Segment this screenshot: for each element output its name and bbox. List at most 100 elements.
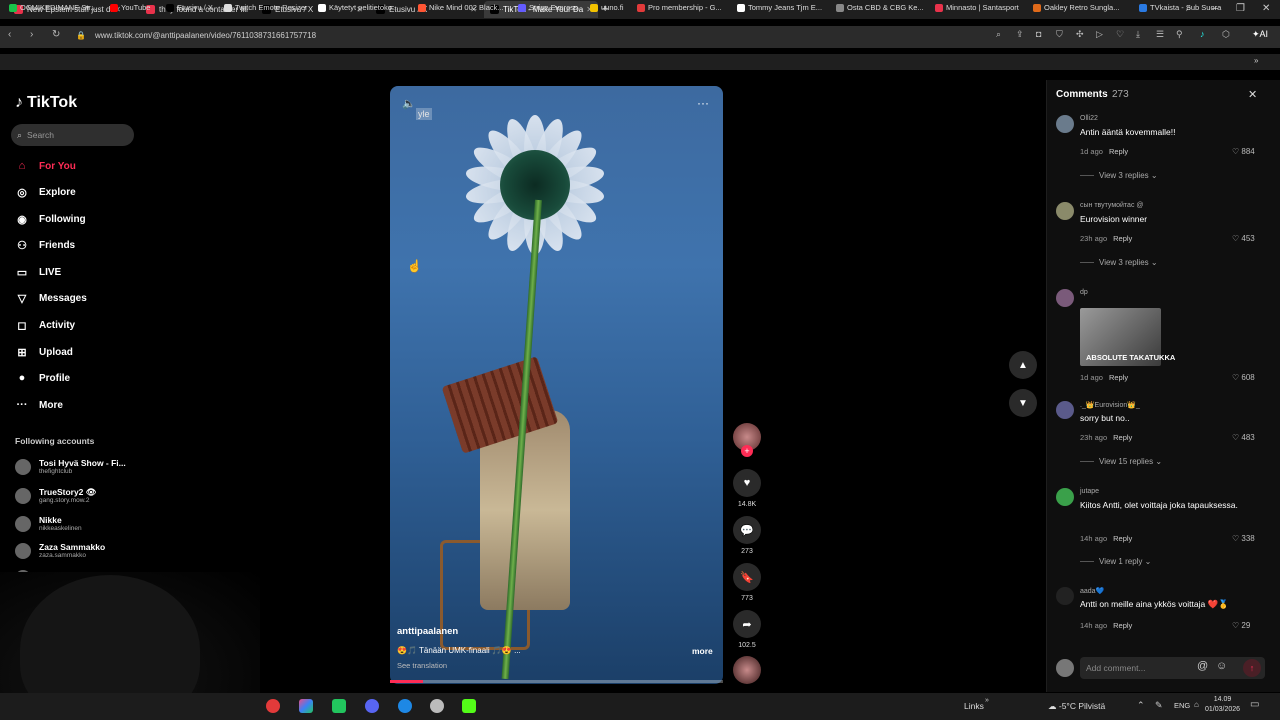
bookmark-item[interactable]: OGMIKEDIMANE Str... bbox=[9, 3, 97, 12]
bookmark-icon[interactable]: 🔖 bbox=[733, 563, 761, 591]
reply-button[interactable]: Reply bbox=[1113, 433, 1132, 442]
commenter-name[interactable]: сын твутумойтас @ bbox=[1080, 202, 1144, 209]
bookmark-item[interactable]: TVkaista - Sub Suora bbox=[1139, 3, 1221, 12]
mention-icon[interactable]: @ bbox=[1197, 660, 1208, 672]
extension-icon[interactable]: ✣ bbox=[1076, 29, 1084, 40]
discord-icon[interactable] bbox=[365, 699, 379, 713]
sidebar-item-friends[interactable]: ⚇ Friends bbox=[15, 235, 75, 255]
following-account[interactable]: Zaza Sammakko zaza.sammakko bbox=[15, 542, 105, 560]
music-disc-avatar[interactable] bbox=[733, 656, 761, 684]
commenter-name[interactable]: dp bbox=[1080, 289, 1088, 296]
previous-video-button[interactable]: ▲ bbox=[1009, 351, 1037, 379]
view-replies-button[interactable]: View 1 reply ⌄ bbox=[1080, 557, 1151, 566]
back-icon[interactable]: ‹ bbox=[8, 29, 11, 40]
video-progress-track[interactable] bbox=[390, 680, 723, 683]
comment-likes[interactable]: ♡ 338 bbox=[1232, 534, 1255, 543]
commenter-avatar[interactable] bbox=[1056, 587, 1074, 605]
sidebar-item-profile[interactable]: ● Profile bbox=[15, 368, 70, 388]
commenter-name[interactable]: aada💙 bbox=[1080, 587, 1104, 595]
sidebar-item-upload[interactable]: ⊞ Upload bbox=[15, 342, 73, 362]
tray-chevron-icon[interactable]: » bbox=[985, 697, 989, 704]
sidebar-item-explore[interactable]: ◎ Explore bbox=[15, 182, 76, 202]
view-replies-button[interactable]: View 3 replies ⌄ bbox=[1080, 171, 1158, 180]
heart-icon[interactable]: ♥ bbox=[733, 469, 761, 497]
pen-icon[interactable]: ✎ bbox=[1155, 700, 1163, 711]
save-action[interactable]: 🔖 773 bbox=[733, 563, 761, 602]
play-icon[interactable]: ▷ bbox=[1096, 29, 1103, 40]
edge-icon[interactable] bbox=[398, 699, 412, 713]
comment-likes[interactable]: ♡ 483 bbox=[1232, 433, 1255, 442]
volume-icon[interactable]: 🔈 bbox=[402, 97, 416, 110]
share-action[interactable]: ➦ 102.5 bbox=[733, 610, 761, 649]
bookmark-item[interactable]: Oakley Retro Sungla... bbox=[1033, 3, 1119, 12]
maximize-icon[interactable]: ❐ bbox=[1236, 3, 1245, 14]
bookmark-item[interactable]: Twitch Emote Resizer bbox=[224, 3, 308, 12]
commenter-name[interactable]: Olli22 bbox=[1080, 115, 1098, 122]
bookmark-item[interactable]: YouTube bbox=[110, 3, 150, 12]
share-icon[interactable]: ➦ bbox=[733, 610, 761, 638]
share-page-icon[interactable]: ⇪ bbox=[1016, 29, 1024, 40]
reply-button[interactable]: Reply bbox=[1113, 534, 1132, 543]
video-more-icon[interactable]: ··· bbox=[697, 96, 709, 110]
favorite-icon[interactable]: ♡ bbox=[1116, 29, 1124, 40]
view-replies-button[interactable]: View 15 replies ⌄ bbox=[1080, 457, 1162, 466]
sidebar-item-for-you[interactable]: ⌂ For You bbox=[15, 156, 76, 176]
comment-likes[interactable]: ♡ 453 bbox=[1232, 234, 1255, 243]
wallet-icon[interactable]: ⚲ bbox=[1176, 29, 1183, 40]
tiktok-logo[interactable]: ♪ TikTok bbox=[15, 94, 77, 112]
emoji-icon[interactable]: ☺ bbox=[1216, 660, 1227, 672]
reply-button[interactable]: Reply bbox=[1109, 147, 1128, 156]
bookmark-item[interactable]: Minnasto | Santasport bbox=[935, 3, 1019, 12]
comment-icon[interactable]: 💬 bbox=[733, 516, 761, 544]
commenter-avatar[interactable] bbox=[1056, 115, 1074, 133]
sidebar-item-messages[interactable]: ▽ Messages bbox=[15, 288, 87, 308]
sidebar-item-activity[interactable]: ◻ Activity bbox=[15, 315, 75, 335]
reply-button[interactable]: Reply bbox=[1113, 621, 1132, 630]
commenter-name[interactable]: ._👑Eurovision👑_ bbox=[1080, 401, 1140, 409]
bookmark-item[interactable]: Etusivu / X bbox=[166, 3, 213, 12]
sidebar-item-following[interactable]: ◉ Following bbox=[15, 209, 85, 229]
following-account[interactable]: Nikke nikkeaskelinen bbox=[15, 515, 82, 533]
tray-weather[interactable]: ☁ -5°C Pilvistä bbox=[1048, 701, 1105, 712]
follow-button[interactable]: + bbox=[741, 445, 753, 457]
menu-icon[interactable]: ☰ bbox=[1156, 29, 1164, 40]
network-icon[interactable]: ⌂ bbox=[1194, 700, 1199, 709]
next-video-button[interactable]: ▼ bbox=[1009, 389, 1037, 417]
spotify-like-icon[interactable] bbox=[332, 699, 346, 713]
comment-likes[interactable]: ♡ 29 bbox=[1232, 621, 1250, 630]
download-icon[interactable]: ⤓ bbox=[1136, 29, 1140, 40]
caption-more-button[interactable]: more bbox=[692, 646, 713, 656]
send-comment-button[interactable]: ↑ bbox=[1243, 659, 1261, 677]
commenter-avatar[interactable] bbox=[1056, 401, 1074, 419]
zoom-icon[interactable]: ⌕ bbox=[996, 29, 1001, 40]
like-action[interactable]: ♥ 14.8K bbox=[733, 469, 761, 508]
close-window-icon[interactable]: ✕ bbox=[1262, 3, 1270, 14]
following-account[interactable]: Tosi Hyvä Show - Fi... thefightclub bbox=[15, 458, 126, 476]
comment-action[interactable]: 💬 273 bbox=[733, 516, 761, 555]
cube-icon[interactable]: ⬡ bbox=[1222, 29, 1230, 40]
following-account[interactable]: TrueStory2 👁 gang.story.mow.2 bbox=[15, 487, 97, 505]
bookmark-item[interactable]: Osta CBD & CBG Ke... bbox=[836, 3, 924, 12]
reload-icon[interactable]: ↻ bbox=[52, 29, 60, 40]
bookmark-item[interactable]: Pro membership - G... bbox=[637, 3, 722, 12]
bookmark-item[interactable]: Stripe Express bbox=[518, 3, 578, 12]
ai-icon[interactable]: ✦AI bbox=[1252, 29, 1268, 40]
video-author[interactable]: anttipaalanen bbox=[397, 626, 458, 637]
tray-clock[interactable]: 14.09 01/03/2026 bbox=[1205, 695, 1240, 715]
commenter-avatar[interactable] bbox=[1056, 289, 1074, 307]
camera-icon[interactable]: ◘ bbox=[1036, 29, 1041, 39]
bookmark-item[interactable]: Käytetyt pelitietoko... bbox=[318, 3, 398, 12]
see-translation-link[interactable]: See translation bbox=[397, 661, 447, 670]
tiktok-extension-icon[interactable]: ♪ bbox=[1200, 29, 1205, 39]
sidebar-item-more[interactable]: ··· More bbox=[15, 395, 63, 415]
opera-icon[interactable] bbox=[266, 699, 280, 713]
close-comments-icon[interactable]: ✕ bbox=[1248, 88, 1257, 101]
comment-likes[interactable]: ♡ 608 bbox=[1232, 373, 1255, 382]
comment-likes[interactable]: ♡ 884 bbox=[1232, 147, 1255, 156]
tray-links[interactable]: Links bbox=[964, 701, 984, 711]
sidebar-item-live[interactable]: ▭ LIVE bbox=[15, 262, 61, 282]
tray-language[interactable]: ENG bbox=[1174, 701, 1190, 710]
commenter-name[interactable]: jutape bbox=[1080, 488, 1099, 495]
notification-icon[interactable]: ▭ bbox=[1250, 699, 1259, 710]
search-input[interactable]: ⌕ Search bbox=[11, 124, 134, 146]
